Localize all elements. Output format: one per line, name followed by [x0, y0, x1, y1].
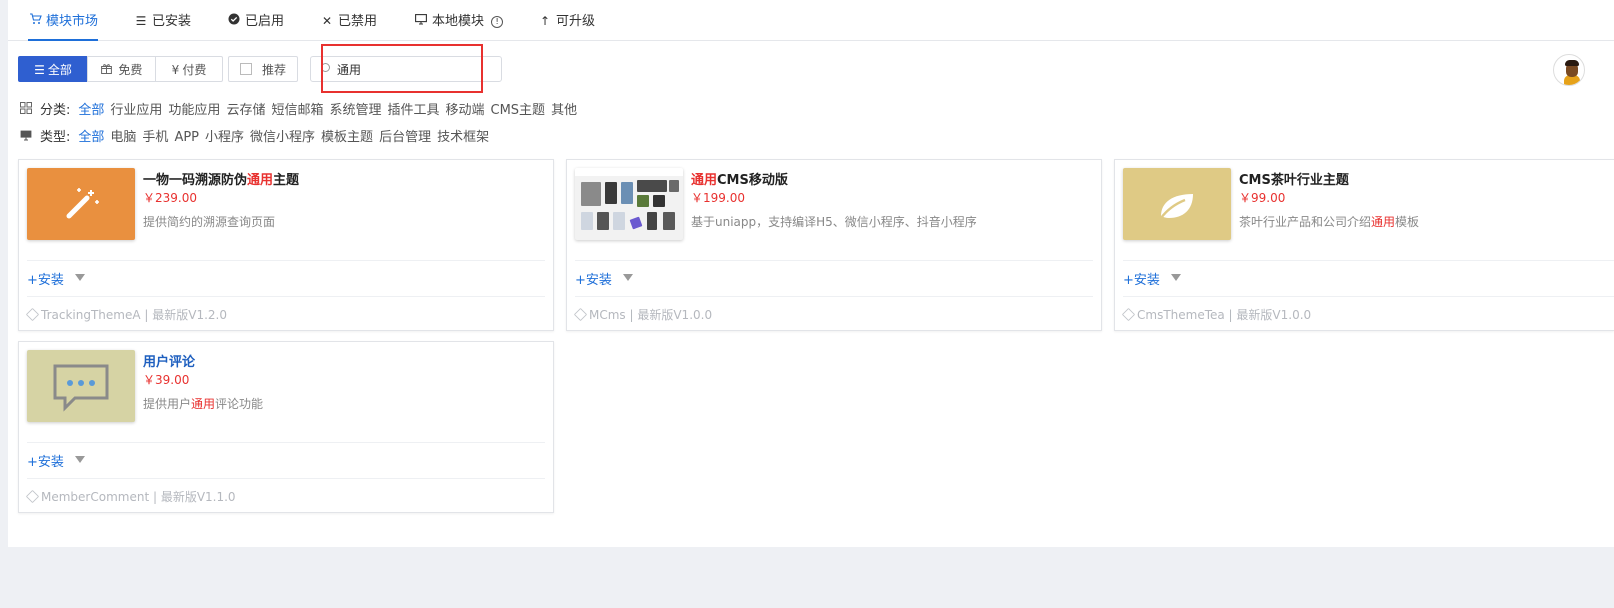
module-description: 提供简约的溯源查询页面: [143, 215, 276, 229]
module-price: ￥99.00: [1239, 191, 1286, 205]
module-meta: MCms | 最新版V1.0.0: [573, 306, 712, 323]
install-button[interactable]: +安装: [1123, 269, 1160, 288]
tab-installed[interactable]: ☰ 已安装: [134, 0, 191, 40]
module-price: ￥39.00: [143, 373, 190, 387]
category-option[interactable]: 移动端: [446, 103, 485, 118]
type-filter: 类型: 全部 电脑 手机 APP 小程序 微信小程序 模板主题 后台管理 技术框架: [20, 129, 495, 147]
category-option[interactable]: 短信邮箱: [271, 103, 323, 118]
category-option[interactable]: CMS主题: [491, 103, 546, 118]
category-option[interactable]: 功能应用: [168, 103, 220, 118]
tab-module-market[interactable]: 模块市场: [28, 0, 99, 43]
yen-icon: ¥: [171, 63, 180, 77]
chevron-down-icon[interactable]: [75, 456, 85, 463]
tab-enabled[interactable]: 已启用: [227, 0, 284, 40]
category-label: 分类:: [40, 103, 71, 118]
gift-icon: [100, 63, 116, 77]
list-icon: ☰: [34, 63, 45, 77]
type-label: 类型:: [40, 130, 71, 145]
filter-paid-button[interactable]: ¥ 付费: [155, 56, 223, 82]
module-description: 提供用户通用评论功能: [143, 397, 264, 411]
module-meta: TrackingThemeA | 最新版V1.2.0: [25, 306, 227, 323]
module-card[interactable]: 通用CMS移动版 ￥199.00 基于uniapp，支持编译H5、微信小程序、抖…: [566, 159, 1102, 331]
module-title[interactable]: 一物一码溯源防伪通用主题: [143, 169, 299, 188]
type-option[interactable]: 后台管理: [379, 130, 431, 145]
info-icon[interactable]: !: [491, 16, 504, 28]
category-option[interactable]: 插件工具: [387, 103, 439, 118]
chevron-down-icon[interactable]: [623, 274, 633, 281]
install-button[interactable]: +安装: [27, 269, 64, 288]
module-price: ￥199.00: [691, 191, 745, 205]
module-meta: CmsThemeTea | 最新版V1.0.0: [1121, 306, 1311, 323]
close-icon: ✕: [321, 14, 333, 28]
category-option[interactable]: 其他: [551, 103, 577, 118]
module-thumbnail: [27, 350, 135, 422]
tab-bar: 模块市场 ☰ 已安装 已启用 ✕ 已禁用 本地模块 ! ↑ 可升级: [8, 0, 1614, 41]
module-title[interactable]: CMS茶叶行业主题: [1239, 169, 1349, 188]
module-thumbnail: [27, 168, 135, 240]
checkbox-icon: [239, 63, 252, 75]
install-button[interactable]: +安装: [575, 269, 612, 288]
magic-wand-icon: [66, 188, 99, 219]
tag-icon: [573, 307, 588, 322]
install-button[interactable]: +安装: [27, 451, 64, 470]
category-option[interactable]: 云存储: [226, 103, 265, 118]
check-circle-icon: [227, 0, 241, 43]
module-description: 基于uniapp，支持编译H5、微信小程序、抖音小程序: [691, 215, 977, 229]
grid-icon: [20, 102, 34, 120]
monitor-icon: [20, 129, 34, 147]
module-panel: 模块市场 ☰ 已安装 已启用 ✕ 已禁用 本地模块 ! ↑ 可升级 ☰ 全部 免费: [8, 0, 1614, 547]
filter-all-button[interactable]: ☰ 全部: [18, 56, 88, 82]
cart-icon: [28, 0, 42, 43]
leaf-icon: [1160, 194, 1193, 219]
type-option[interactable]: 手机: [142, 130, 168, 145]
module-title[interactable]: 通用CMS移动版: [691, 169, 788, 188]
arrow-up-icon: ↑: [539, 14, 551, 28]
module-thumbnail: [575, 168, 683, 240]
module-title[interactable]: 用户评论: [143, 351, 195, 370]
list-icon: ☰: [135, 14, 147, 28]
highlight-box: [321, 44, 483, 93]
category-option[interactable]: 行业应用: [110, 103, 162, 118]
type-option[interactable]: 技术框架: [437, 130, 489, 145]
type-option[interactable]: 小程序: [205, 130, 244, 145]
avatar[interactable]: [1553, 54, 1585, 86]
tab-upgradable[interactable]: ↑ 可升级: [538, 0, 595, 40]
tab-disabled[interactable]: ✕ 已禁用: [320, 0, 377, 40]
module-card[interactable]: 一物一码溯源防伪通用主题 ￥239.00 提供简约的溯源查询页面 +安装 Tra…: [18, 159, 554, 331]
chat-bubble-icon: [53, 364, 109, 412]
tag-icon: [1121, 307, 1136, 322]
module-card[interactable]: 用户评论 ￥39.00 提供用户通用评论功能 +安装 MemberComment…: [18, 341, 554, 513]
type-option[interactable]: APP: [174, 130, 199, 145]
category-option[interactable]: 系统管理: [329, 103, 381, 118]
category-filter: 分类: 全部 行业应用 功能应用 云存储 短信邮箱 系统管理 插件工具 移动端 CMS主题 其他: [20, 102, 583, 120]
recommend-checkbox[interactable]: 推荐: [228, 56, 298, 82]
type-option[interactable]: 全部: [78, 130, 104, 145]
chevron-down-icon[interactable]: [75, 274, 85, 281]
module-meta: MemberComment | 最新版V1.1.0: [25, 488, 236, 505]
type-option[interactable]: 模板主题: [321, 130, 373, 145]
filter-free-button[interactable]: 免费: [87, 56, 156, 82]
module-card[interactable]: CMS茶叶行业主题 ￥99.00 茶叶行业产品和公司介绍通用模板 +安装 Cms…: [1114, 159, 1614, 331]
monitor-icon: [414, 0, 428, 43]
tag-icon: [25, 307, 40, 322]
category-option[interactable]: 全部: [78, 103, 104, 118]
module-thumbnail: [1123, 168, 1231, 240]
tab-local-modules[interactable]: 本地模块 !: [414, 0, 504, 43]
tag-icon: [25, 489, 40, 504]
type-option[interactable]: 微信小程序: [250, 130, 315, 145]
type-option[interactable]: 电脑: [110, 130, 136, 145]
chevron-down-icon[interactable]: [1171, 274, 1181, 281]
module-price: ￥239.00: [143, 191, 197, 205]
module-description: 茶叶行业产品和公司介绍通用模板: [1239, 215, 1420, 229]
